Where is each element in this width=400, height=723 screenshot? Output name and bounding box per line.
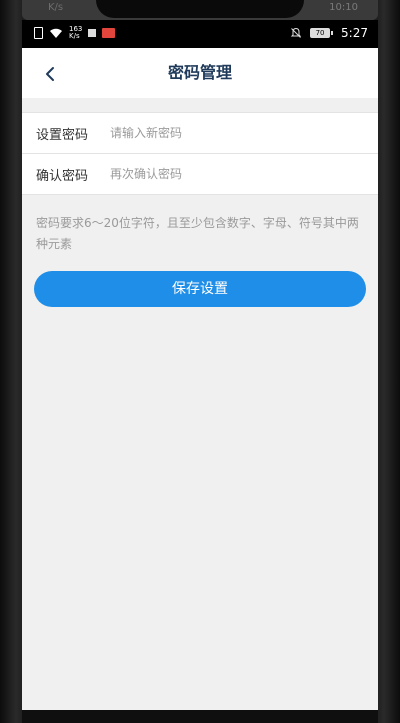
bezel-ghost-right: 10:10 xyxy=(329,2,358,13)
network-speed-unit: K/s xyxy=(69,32,80,40)
bezel-bottom xyxy=(22,710,378,723)
wifi-icon xyxy=(50,28,62,38)
bell-muted-icon xyxy=(290,27,302,38)
nav-bar: 密码管理 xyxy=(22,48,378,98)
battery-icon: 70 xyxy=(310,28,334,38)
bezel-ghost-left: K/s xyxy=(48,2,64,13)
password-form: 设置密码 确认密码 xyxy=(22,112,378,195)
notification-square-icon xyxy=(88,29,97,37)
password-row: 设置密码 xyxy=(22,113,378,153)
network-speed: 163 K/s xyxy=(69,26,82,40)
battery-level: 70 xyxy=(310,28,331,38)
battery-tip xyxy=(331,31,334,35)
page-title: 密码管理 xyxy=(167,63,232,82)
status-bar: 163 K/s 70 5:27 xyxy=(22,20,378,48)
confirm-password-row: 确认密码 xyxy=(22,153,378,194)
confirm-password-input[interactable] xyxy=(108,166,352,182)
app-notification-icon xyxy=(102,28,116,38)
status-bar-left: 163 K/s xyxy=(34,26,116,40)
save-settings-button[interactable]: 保存设置 xyxy=(34,271,366,307)
status-time: 5:27 xyxy=(341,26,368,40)
password-input[interactable] xyxy=(108,125,352,141)
status-bar-right: 70 5:27 xyxy=(290,26,368,40)
phone-notch xyxy=(96,0,304,18)
sim-card-icon xyxy=(34,27,43,39)
password-label: 设置密码 xyxy=(36,127,89,143)
password-requirements-hint: 密码要求6～20位字符，且至少包含数字、字母、符号其中两种元素 xyxy=(36,216,359,251)
section-gap xyxy=(22,98,378,112)
app-screen: 163 K/s 70 5:27 密码管理 设置密码 确认密码 密码要求6～20位… xyxy=(22,20,378,710)
confirm-password-label: 确认密码 xyxy=(36,168,89,184)
